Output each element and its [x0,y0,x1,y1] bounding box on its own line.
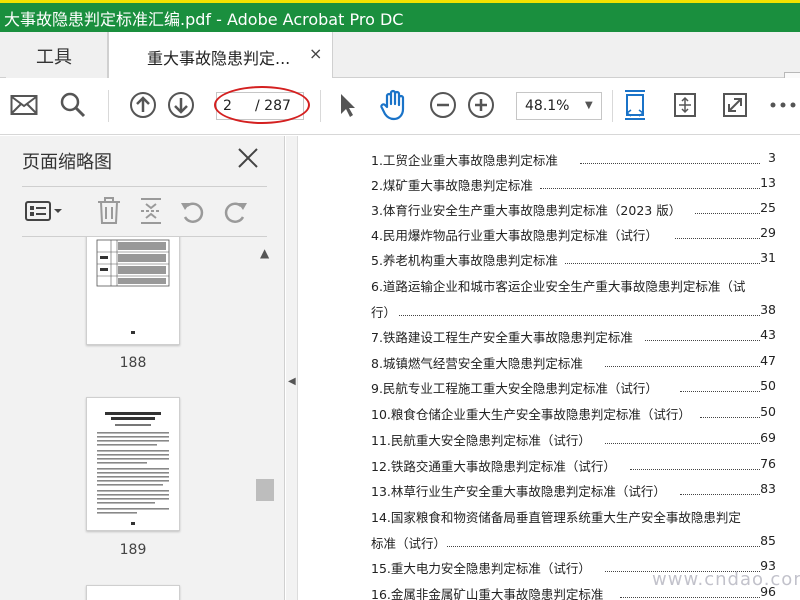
toc-leader-dots [605,443,760,444]
thumbnail-label: 189 [119,542,147,558]
toolbar-divider [108,90,109,122]
toc-page-number: 85 [760,533,776,548]
toc-entry[interactable]: 13.林草行业生产安全重大事故隐患判定标准（试行） [371,481,666,500]
toolbar-divider [320,90,321,122]
toc-leader-dots [399,315,760,316]
thumbnail-panel: 页面缩略图 188 189 ▲ [0,136,285,600]
hand-tool-icon[interactable] [378,89,408,121]
scrollbar-thumb[interactable] [256,479,274,501]
rotate-left-icon[interactable] [178,196,208,226]
select-arrow-icon[interactable] [332,90,362,120]
thumbnail-options-icon[interactable] [24,196,64,226]
toc-leader-dots [605,366,760,367]
toc-page-number: 76 [760,456,776,471]
toc-page-number: 13 [760,175,776,190]
zoom-out-icon[interactable] [428,90,458,120]
page-number-box: / 287 [216,92,304,120]
zoom-dropdown[interactable]: 48.1% ▼ [516,92,602,120]
tab-document[interactable]: 重大事故隐患判定... × [108,32,333,79]
toc-leader-dots [565,263,760,264]
tab-close-icon[interactable]: × [309,44,322,63]
toc-entry[interactable]: 9.民航专业工程施工重大安全隐患判定标准（试行） [371,378,658,397]
toc-leader-dots [580,163,760,164]
toc-leader-dots [700,417,760,418]
toc-leader-dots [620,597,760,598]
page-thumbnail[interactable] [86,237,180,345]
search-icon[interactable] [58,90,88,120]
toc-page-number: 50 [760,404,776,419]
page-total: / 287 [255,98,291,114]
chevron-down-icon: ▼ [585,100,593,111]
toc-entry[interactable]: 7.铁路建设工程生产安全重大事故隐患判定标准 [371,327,633,346]
rotate-view-icon[interactable] [670,90,700,120]
toc-entry[interactable]: 行） [371,302,396,321]
document-page: 1.工贸企业重大事故隐患判定标准 3 2.煤矿重大事故隐患判定标准 13 3.体育行业安… [299,136,800,600]
toc-page-number: 38 [760,302,776,317]
toc-entry[interactable]: 12.铁路交通重大事故隐患判定标准（试行） [371,456,616,475]
toc-page-number: 47 [760,353,776,368]
toc-leader-dots [645,340,760,341]
page-thumbnail[interactable] [86,585,180,600]
title-bar: 大事故隐患判定标准汇编.pdf - Adobe Acrobat Pro DC [0,0,800,32]
toc-entry[interactable]: 5.养老机构重大事故隐患判定标准 [371,250,558,269]
tab-document-label: 重大事故隐患判定... [147,49,291,68]
toc-entry[interactable]: 11.民航重大安全隐患判定标准（试行） [371,430,591,449]
toc-leader-dots [680,391,760,392]
fit-page-icon[interactable] [620,90,650,120]
toolbar: / 287 48.1% ▼ [0,78,800,135]
toc-page-number: 31 [760,250,776,265]
zoom-value: 48.1% [525,98,570,114]
page-thumbnail[interactable] [86,397,180,531]
toc-entry[interactable]: 6.道路运输企业和城市客运企业安全生产重大事故隐患判定标准（试 [371,276,745,295]
toc-entry[interactable]: 3.体育行业安全生产重大事故隐患判定标准（2023 版） [371,200,681,219]
tab-tools[interactable]: 工具 [6,32,108,78]
full-screen-icon[interactable] [720,90,750,120]
toc-page-number: 3 [768,150,776,165]
toc-entry[interactable]: 8.城镇燃气经营安全重大隐患判定标准 [371,353,583,372]
toc-page-number: 43 [760,327,776,342]
toolbar-divider [612,90,613,122]
toc-entry[interactable]: 16.金属非金属矿山重大事故隐患判定标准 [371,584,603,600]
insert-page-icon[interactable] [136,196,166,226]
panel-divider [22,186,267,187]
toc-entry[interactable]: 14.国家粮食和物资储备局垂直管理系统重大生产安全事故隐患判定 [371,507,741,526]
tab-tools-label: 工具 [36,47,72,68]
mail-icon[interactable] [9,90,39,120]
panel-title: 页面缩略图 [22,152,112,173]
close-icon[interactable] [236,146,260,170]
toc-leader-dots [675,238,760,239]
thumbnail-list: 188 189 [0,237,255,600]
toc-entry[interactable]: 标准（试行） [371,533,446,552]
toc-entry[interactable]: 1.工贸企业重大事故隐患判定标准 [371,150,558,169]
thumbnail-label: 188 [119,355,147,371]
window-title: 大事故隐患判定标准汇编.pdf - Adobe Acrobat Pro DC [4,10,404,29]
toc-page-number: 83 [760,481,776,496]
page-number-input[interactable] [223,97,251,115]
trash-icon[interactable] [94,196,124,226]
toc-page-number: 25 [760,200,776,215]
more-icon[interactable] [768,90,798,120]
tab-bar: 工具 重大事故隐患判定... × [0,32,800,102]
collapse-arrow-icon[interactable]: ◀ [288,376,296,387]
toc-leader-dots [695,213,760,214]
watermark: www.cndao.com [652,569,800,590]
scroll-up-icon[interactable]: ▲ [260,246,269,260]
toc-page-number: 50 [760,378,776,393]
page-up-icon[interactable] [128,90,158,120]
toc-page-number: 69 [760,430,776,445]
toc-leader-dots [680,494,760,495]
toc-entry[interactable]: 15.重大电力安全隐患判定标准（试行） [371,558,591,577]
toc-page-number: 29 [760,225,776,240]
zoom-in-icon[interactable] [466,90,496,120]
rotate-right-icon[interactable] [220,196,250,226]
toc-leader-dots [630,469,760,470]
toc-entry[interactable]: 4.民用爆炸物品行业重大事故隐患判定标准（试行） [371,225,658,244]
panel-collapse-handle[interactable]: ◀ [286,136,298,600]
toc-leader-dots [540,188,760,189]
toc-entry[interactable]: 10.粮食仓储企业重大生产安全事故隐患判定标准（试行） [371,404,691,423]
page-down-icon[interactable] [166,90,196,120]
thumbnail-scrollbar[interactable]: ▲ [256,244,276,600]
toc-leader-dots [447,546,760,547]
toc-entry[interactable]: 2.煤矿重大事故隐患判定标准 [371,175,533,194]
